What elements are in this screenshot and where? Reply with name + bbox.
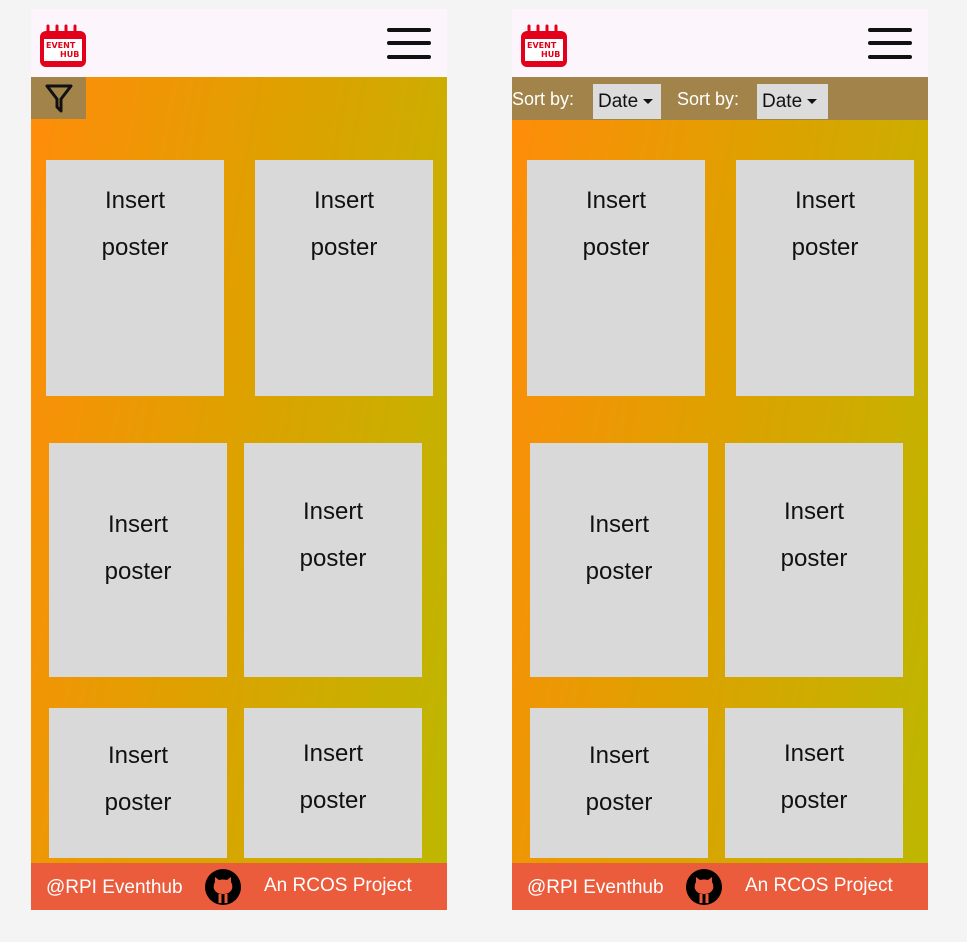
poster-text: Insert	[585, 187, 647, 214]
poster-card[interactable]: Insert poster	[244, 708, 422, 858]
poster-text: poster	[101, 234, 169, 261]
poster-card[interactable]: Insert poster	[736, 160, 914, 396]
poster-card[interactable]: Insert poster	[527, 160, 705, 396]
sort-dropdown[interactable]: Date	[593, 84, 661, 119]
footer: @RPI Eventhub An RCOS Project	[31, 863, 447, 910]
poster-text: Insert	[588, 742, 650, 769]
svg-text:EVENT: EVENT	[527, 41, 557, 50]
poster-card[interactable]: Insert poster	[530, 708, 708, 858]
poster-text: poster	[585, 558, 653, 585]
sort-label: Sort by:	[512, 89, 575, 109]
poster-text: poster	[104, 558, 172, 585]
poster-text: poster	[791, 234, 859, 261]
phone-screen-filter: EVENT HUB Insert poster Insert poster In…	[31, 9, 447, 910]
svg-text:HUB: HUB	[60, 50, 79, 59]
poster-card[interactable]: Insert poster	[530, 443, 708, 677]
eventhub-logo[interactable]: EVENT HUB	[519, 24, 569, 69]
hamburger-menu-icon[interactable]	[387, 26, 431, 62]
poster-card[interactable]: Insert poster	[46, 160, 224, 396]
poster-card[interactable]: Insert poster	[725, 708, 903, 858]
footer-project: An RCOS Project	[264, 875, 412, 896]
sort-bar: Sort by: Date Sort by: Date	[512, 77, 928, 120]
poster-text: Insert	[313, 187, 375, 214]
poster-text: Insert	[794, 187, 856, 214]
poster-card[interactable]: Insert poster	[49, 443, 227, 677]
svg-text:HUB: HUB	[541, 50, 560, 59]
eventhub-logo[interactable]: EVENT HUB	[38, 24, 88, 69]
github-icon[interactable]	[685, 868, 723, 906]
hamburger-menu-icon[interactable]	[868, 26, 912, 62]
poster-text: Insert	[783, 740, 845, 767]
caret-down-icon	[643, 99, 654, 105]
poster-text: poster	[299, 545, 367, 572]
sort-label: Sort by:	[677, 89, 740, 109]
poster-text: Insert	[783, 498, 845, 525]
footer-handle: @RPI Eventhub	[527, 877, 664, 898]
github-icon[interactable]	[204, 868, 242, 906]
header: EVENT HUB	[31, 9, 447, 77]
svg-text:EVENT: EVENT	[46, 41, 76, 50]
poster-text: poster	[310, 234, 378, 261]
poster-grid: Sort by: Date Sort by: Date Insert poste…	[512, 77, 928, 863]
poster-text: Insert	[302, 740, 364, 767]
filter-button[interactable]	[31, 77, 86, 119]
header: EVENT HUB	[512, 9, 928, 77]
poster-grid: Insert poster Insert poster Insert poste…	[31, 77, 447, 863]
poster-text: poster	[780, 545, 848, 572]
poster-text: Insert	[107, 511, 169, 538]
footer-handle: @RPI Eventhub	[46, 877, 183, 898]
poster-text: Insert	[588, 511, 650, 538]
footer: @RPI Eventhub An RCOS Project	[512, 863, 928, 910]
poster-card[interactable]: Insert poster	[49, 708, 227, 858]
poster-card[interactable]: Insert poster	[725, 443, 903, 677]
poster-card[interactable]: Insert poster	[255, 160, 433, 396]
phone-screen-sort: EVENT HUB Sort by: Date Sort by: Date In…	[512, 9, 928, 910]
footer-project: An RCOS Project	[745, 875, 893, 896]
poster-text: Insert	[104, 187, 166, 214]
poster-text: poster	[104, 789, 172, 816]
poster-text: poster	[780, 787, 848, 814]
poster-text: poster	[582, 234, 650, 261]
sort-value: Date	[762, 91, 803, 112]
poster-text: poster	[299, 787, 367, 814]
poster-text: Insert	[302, 498, 364, 525]
poster-card[interactable]: Insert poster	[244, 443, 422, 677]
sort-value: Date	[598, 91, 639, 112]
poster-text: Insert	[107, 742, 169, 769]
sort-dropdown[interactable]: Date	[757, 84, 828, 119]
poster-text: poster	[585, 789, 653, 816]
filter-icon	[45, 84, 73, 113]
caret-down-icon	[807, 99, 818, 105]
